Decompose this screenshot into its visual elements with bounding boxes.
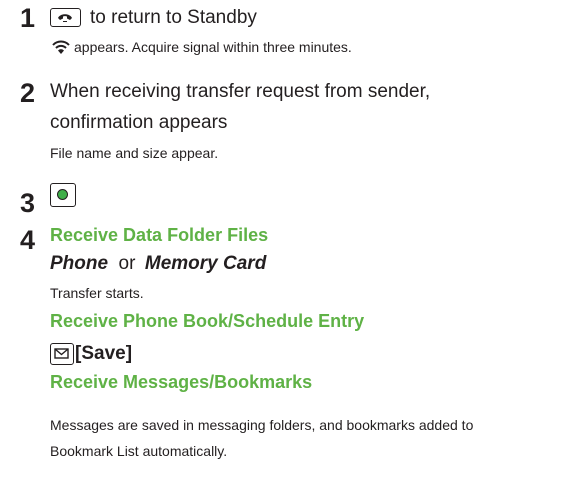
step-number-2: 2 (20, 78, 36, 108)
step-2-text-line2: confirmation appears (50, 112, 228, 133)
messages-note-line2: Bookmark List automatically. (50, 443, 228, 459)
storage-options: Phone or Memory Card (50, 254, 266, 274)
wireless-signal-icon (52, 39, 70, 55)
option-memory-card: Memory Card (144, 253, 267, 274)
center-select-key-icon (50, 183, 76, 207)
receive-data-folder-files-heading: Receive Data Folder Files (50, 225, 269, 245)
receive-messages-bookmarks-heading: Receive Messages/Bookmarks (50, 372, 313, 392)
step-number-3: 3 (20, 188, 36, 218)
messages-note-line1: Messages are saved in messaging folders,… (50, 417, 474, 433)
step-1-text: to return to Standby (90, 7, 257, 28)
mail-key-icon (50, 343, 74, 365)
option-joiner: or (118, 253, 136, 274)
step-2-text-line1: When receiving transfer request from sen… (50, 81, 431, 102)
end-call-key-icon (50, 8, 81, 27)
save-softkey-label: [Save] (75, 343, 133, 364)
step-1-note: appears. Acquire signal within three min… (74, 39, 352, 55)
step-2-note: File name and size appear. (50, 145, 219, 161)
step-number-1: 1 (20, 3, 36, 33)
step-number-4: 4 (20, 225, 36, 255)
receive-phone-book-heading: Receive Phone Book/Schedule Entry (50, 311, 365, 331)
transfer-starts-note: Transfer starts. (50, 285, 144, 301)
option-phone: Phone (50, 253, 109, 274)
